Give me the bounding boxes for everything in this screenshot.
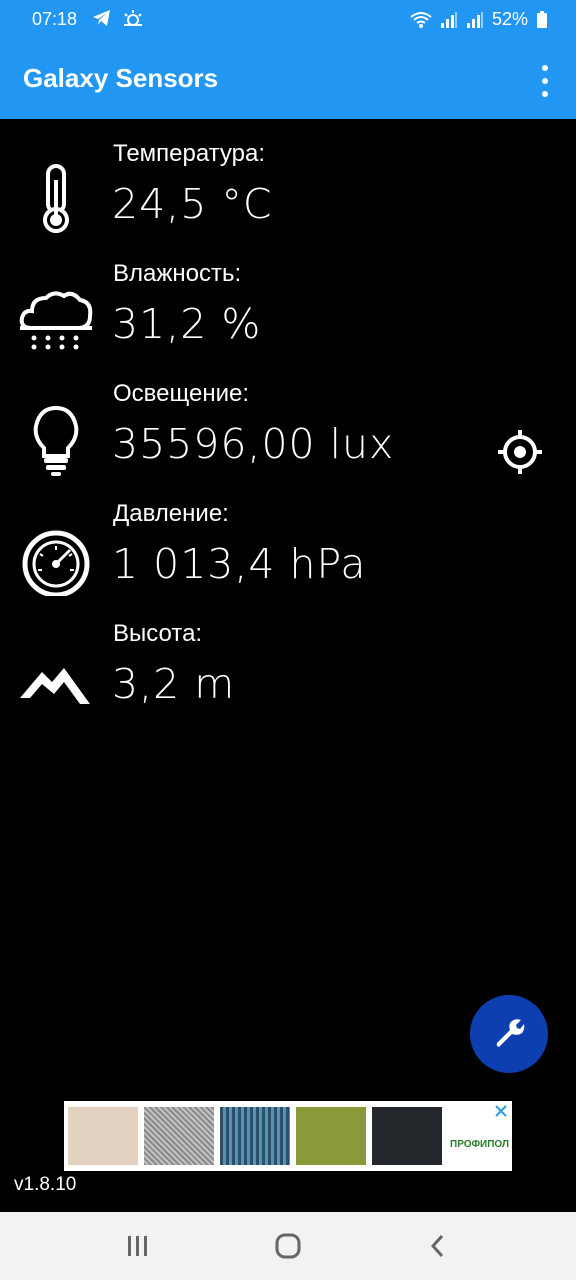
home-icon[interactable]: [274, 1232, 302, 1264]
app-title: Galaxy Sensors: [23, 63, 219, 93]
battery-level: 52%: [491, 9, 528, 29]
wifi-icon: [410, 11, 432, 29]
app-bar: Galaxy Sensors: [0, 41, 576, 119]
recent-apps-icon[interactable]: [126, 1232, 150, 1264]
back-icon[interactable]: [428, 1232, 448, 1264]
ad-brand-label: ПРОФИПОЛ: [450, 1139, 509, 1150]
sensor-label: Освещение:: [113, 380, 249, 407]
sensor-label: Влажность:: [113, 260, 242, 287]
sensor-temperature: Температура: 24,5 °C: [0, 120, 576, 240]
sensor-label: Высота:: [113, 620, 203, 647]
thermometer-icon: [18, 160, 94, 236]
settings-fab-button[interactable]: [470, 995, 548, 1073]
gauge-icon: [18, 520, 94, 598]
status-right: 52%: [410, 9, 548, 30]
sensor-value: 3,2 m: [112, 660, 236, 708]
sensor-value: 31,2 %: [112, 300, 262, 348]
mountain-icon: [18, 640, 94, 716]
sensor-pressure: Давление: 1 013,4 hPa: [0, 480, 576, 600]
rain-cloud-icon: [18, 280, 94, 356]
status-bar: 07:18 52%: [0, 0, 576, 41]
weather-icon: [122, 9, 144, 27]
target-icon[interactable]: [496, 428, 544, 476]
more-vert-icon[interactable]: [534, 65, 556, 97]
signal-icon: [466, 11, 484, 29]
sensor-value: 24,5 °C: [112, 180, 273, 228]
sensor-light: Освещение: 35596,00 lux: [0, 360, 576, 480]
sensor-altitude: Высота: 3,2 m: [0, 600, 576, 720]
ad-product-image[interactable]: [68, 1107, 138, 1165]
sensor-value: 35596,00 lux: [112, 420, 395, 468]
sensor-label: Температура:: [113, 140, 266, 167]
wrench-icon: [493, 1016, 525, 1052]
signal-icon: [440, 11, 458, 29]
lightbulb-icon: [18, 400, 94, 476]
sensor-value: 1 013,4 hPa: [112, 540, 367, 588]
telegram-icon: [92, 9, 112, 27]
ad-product-image[interactable]: [144, 1107, 214, 1165]
sensor-humidity: Влажность: 31,2 %: [0, 240, 576, 360]
sensor-label: Давление:: [113, 500, 229, 527]
ad-product-image[interactable]: [372, 1107, 442, 1165]
battery-icon: [536, 10, 548, 29]
status-time: 07:18: [32, 9, 78, 29]
ad-close-icon[interactable]: [494, 1103, 508, 1122]
navigation-bar: [0, 1212, 576, 1280]
ad-product-image[interactable]: [220, 1107, 290, 1165]
ad-product-image[interactable]: [296, 1107, 366, 1165]
version-label: v1.8.10: [14, 1174, 77, 1195]
status-left-icons: [92, 9, 144, 27]
ad-banner[interactable]: ПРОФИПОЛ: [64, 1101, 512, 1171]
